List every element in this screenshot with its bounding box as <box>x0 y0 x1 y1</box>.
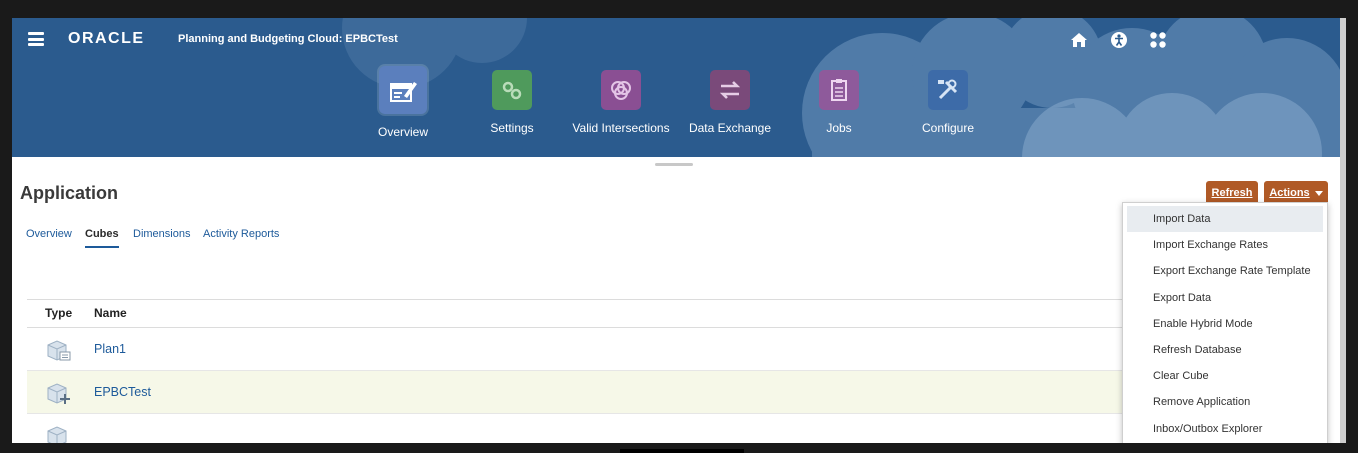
cube-icon <box>47 426 67 443</box>
home-icon[interactable] <box>1069 30 1089 50</box>
menu-icon[interactable] <box>28 32 44 46</box>
tab-dimensions[interactable]: Dimensions <box>133 228 190 240</box>
caret-down-icon <box>1314 190 1323 196</box>
tab-activity-reports[interactable]: Activity Reports <box>203 228 279 240</box>
configure-icon <box>928 70 968 110</box>
nav-label: Settings <box>490 121 534 135</box>
cube-name-link[interactable]: Plan1 <box>94 342 126 356</box>
app-window: ORACLE Planning and Budgeting Cloud: EPB… <box>12 18 1340 443</box>
nav-overview[interactable]: Overview <box>348 66 458 139</box>
menu-item-clear-cube[interactable]: Clear Cube <box>1127 363 1323 389</box>
nav-jobs[interactable]: Jobs <box>784 70 894 135</box>
nav-valid-intersections[interactable]: Valid Intersections <box>566 70 676 135</box>
cubes-table: Type Name Plan1 EPBCTest <box>27 299 1139 443</box>
page-title: Application <box>20 183 118 203</box>
menu-item-export-exchange-rate-template[interactable]: Export Exchange Rate Template <box>1127 258 1323 284</box>
nav-label: Jobs <box>826 121 852 135</box>
oracle-logo: ORACLE <box>68 30 145 47</box>
exchange-icon <box>710 70 750 110</box>
global-header: ORACLE Planning and Budgeting Cloud: EPB… <box>12 18 1340 157</box>
menu-item-import-data[interactable]: Import Data <box>1127 206 1323 233</box>
column-header-type[interactable]: Type <box>45 306 72 320</box>
menu-item-import-exchange-rates[interactable]: Import Exchange Rates <box>1127 232 1323 258</box>
menu-item-export-data[interactable]: Export Data <box>1127 285 1323 311</box>
actions-button-label: Actions <box>1269 187 1310 199</box>
menu-item-enable-hybrid-mode[interactable]: Enable Hybrid Mode <box>1127 311 1323 337</box>
column-header-name[interactable]: Name <box>94 306 127 320</box>
refresh-button-label: Refresh <box>1211 187 1253 199</box>
apps-grid-icon[interactable] <box>1148 30 1168 50</box>
nav-label: Data Exchange <box>688 121 772 135</box>
nav-label: Configure <box>921 121 975 135</box>
actions-menu: Import Data Import Exchange Rates Export… <box>1122 202 1328 443</box>
app-title: Planning and Budgeting Cloud: EPBCTest <box>178 33 398 45</box>
cube-name-link[interactable]: EPBCTest <box>94 385 151 399</box>
menu-item-remove-application[interactable]: Remove Application <box>1127 389 1323 415</box>
table-row[interactable]: Plan1 <box>27 328 1139 371</box>
panel-splitter[interactable] <box>655 163 693 166</box>
settings-icon <box>492 70 532 110</box>
cube-icon <box>47 340 71 361</box>
menu-item-inbox-outbox-explorer[interactable]: Inbox/Outbox Explorer <box>1127 416 1323 442</box>
tab-cubes[interactable]: Cubes <box>85 228 119 248</box>
tab-overview[interactable]: Overview <box>26 228 72 240</box>
screen-edge-bar <box>620 449 744 453</box>
table-row[interactable] <box>27 414 1139 443</box>
nav-configure[interactable]: Configure <box>893 70 1003 135</box>
accessibility-icon[interactable] <box>1109 30 1129 50</box>
nav-label: Overview <box>377 125 428 139</box>
nav-data-exchange[interactable]: Data Exchange <box>675 70 785 135</box>
vertical-scrollbar[interactable] <box>1340 18 1346 443</box>
nav-settings[interactable]: Settings <box>457 70 567 135</box>
nav-label: Valid Intersections <box>572 121 670 135</box>
cube-add-icon <box>47 383 70 404</box>
table-header: Type Name <box>27 299 1139 328</box>
jobs-icon <box>819 70 859 110</box>
overview-icon <box>379 66 427 114</box>
table-row[interactable]: EPBCTest <box>27 371 1139 414</box>
intersections-icon <box>601 70 641 110</box>
menu-item-refresh-database[interactable]: Refresh Database <box>1127 337 1323 363</box>
